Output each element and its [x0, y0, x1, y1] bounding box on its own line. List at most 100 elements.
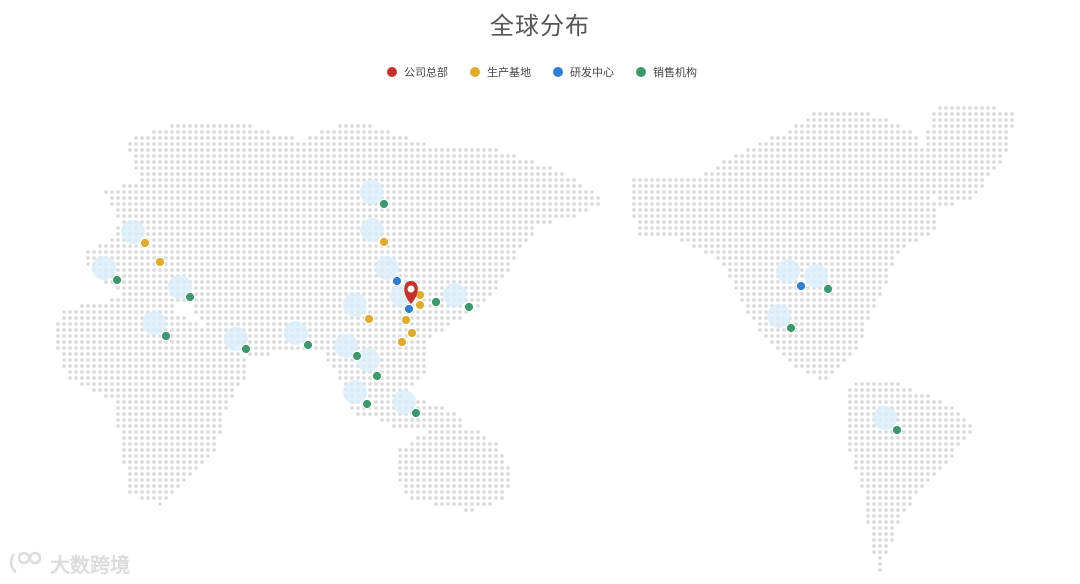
land-dot [422, 424, 426, 428]
land-dot [188, 214, 192, 218]
land-dot [398, 184, 402, 188]
land-dot [326, 160, 330, 164]
land-dot [140, 256, 144, 260]
land-dot [704, 238, 708, 242]
land-dot [188, 256, 192, 260]
land-dot [902, 466, 906, 470]
land-dot [740, 274, 744, 278]
land-dot [446, 466, 450, 470]
land-dot [896, 454, 900, 458]
land-dot [860, 142, 864, 146]
land-dot [206, 430, 210, 434]
land-dot [944, 460, 948, 464]
land-dot [914, 208, 918, 212]
land-dot [182, 364, 186, 368]
land-dot [464, 214, 468, 218]
land-dot [206, 250, 210, 254]
land-dot [116, 310, 120, 314]
land-dot [476, 190, 480, 194]
land-dot [836, 328, 840, 332]
land-dot [836, 322, 840, 326]
land-dot [134, 334, 138, 338]
land-dot [416, 466, 420, 470]
land-dot [350, 124, 354, 128]
land-dot [164, 250, 168, 254]
land-dot [836, 244, 840, 248]
land-dot [440, 226, 444, 230]
land-dot [200, 352, 204, 356]
land-dot [842, 118, 846, 122]
land-dot [854, 154, 858, 158]
land-dot [470, 472, 474, 476]
land-dot [368, 268, 372, 272]
land-dot [200, 400, 204, 404]
land-dot [740, 256, 744, 260]
land-dot [428, 406, 432, 410]
land-dot [518, 178, 522, 182]
land-dot [356, 232, 360, 236]
land-dot [440, 280, 444, 284]
land-dot [326, 298, 330, 302]
land-dot [398, 244, 402, 248]
land-dot [164, 370, 168, 374]
land-dot [428, 442, 432, 446]
land-dot [992, 136, 996, 140]
land-dot [524, 166, 528, 170]
land-dot [830, 316, 834, 320]
land-dot [842, 208, 846, 212]
land-dot [230, 268, 234, 272]
land-dot [488, 166, 492, 170]
land-dot [758, 238, 762, 242]
land-dot [668, 196, 672, 200]
land-dot [350, 172, 354, 176]
land-dot [422, 346, 426, 350]
land-dot [62, 358, 66, 362]
land-dot [176, 184, 180, 188]
land-dot [518, 184, 522, 188]
land-dot [314, 220, 318, 224]
land-dot [284, 304, 288, 308]
land-dot [872, 202, 876, 206]
land-dot [230, 364, 234, 368]
land-dot [710, 190, 714, 194]
land-dot [770, 136, 774, 140]
land-dot [968, 124, 972, 128]
land-dot [758, 310, 762, 314]
land-dot [212, 130, 216, 134]
land-dot [932, 466, 936, 470]
land-dot [974, 154, 978, 158]
land-dot [764, 226, 768, 230]
land-dot [350, 178, 354, 182]
land-dot [746, 172, 750, 176]
land-dot [218, 238, 222, 242]
land-dot [320, 166, 324, 170]
land-dot [440, 436, 444, 440]
land-dot [722, 220, 726, 224]
land-dot [236, 148, 240, 152]
land-dot [896, 172, 900, 176]
land-dot [836, 262, 840, 266]
land-dot [416, 460, 420, 464]
land-dot [254, 256, 258, 260]
land-dot [806, 160, 810, 164]
land-dot [242, 358, 246, 362]
land-dot [860, 280, 864, 284]
land-dot [476, 454, 480, 458]
land-dot [128, 394, 132, 398]
land-dot [188, 238, 192, 242]
land-dot [440, 178, 444, 182]
land-dot [260, 196, 264, 200]
land-dot [914, 148, 918, 152]
land-dot [422, 178, 426, 182]
land-dot [182, 178, 186, 182]
land-dot [122, 388, 126, 392]
land-dot [878, 388, 882, 392]
land-dot [770, 184, 774, 188]
land-dot [182, 130, 186, 134]
land-dot [110, 316, 114, 320]
land-dot [158, 148, 162, 152]
land-dot [248, 262, 252, 266]
land-dot [878, 196, 882, 200]
land-dot [866, 262, 870, 266]
land-dot [200, 190, 204, 194]
